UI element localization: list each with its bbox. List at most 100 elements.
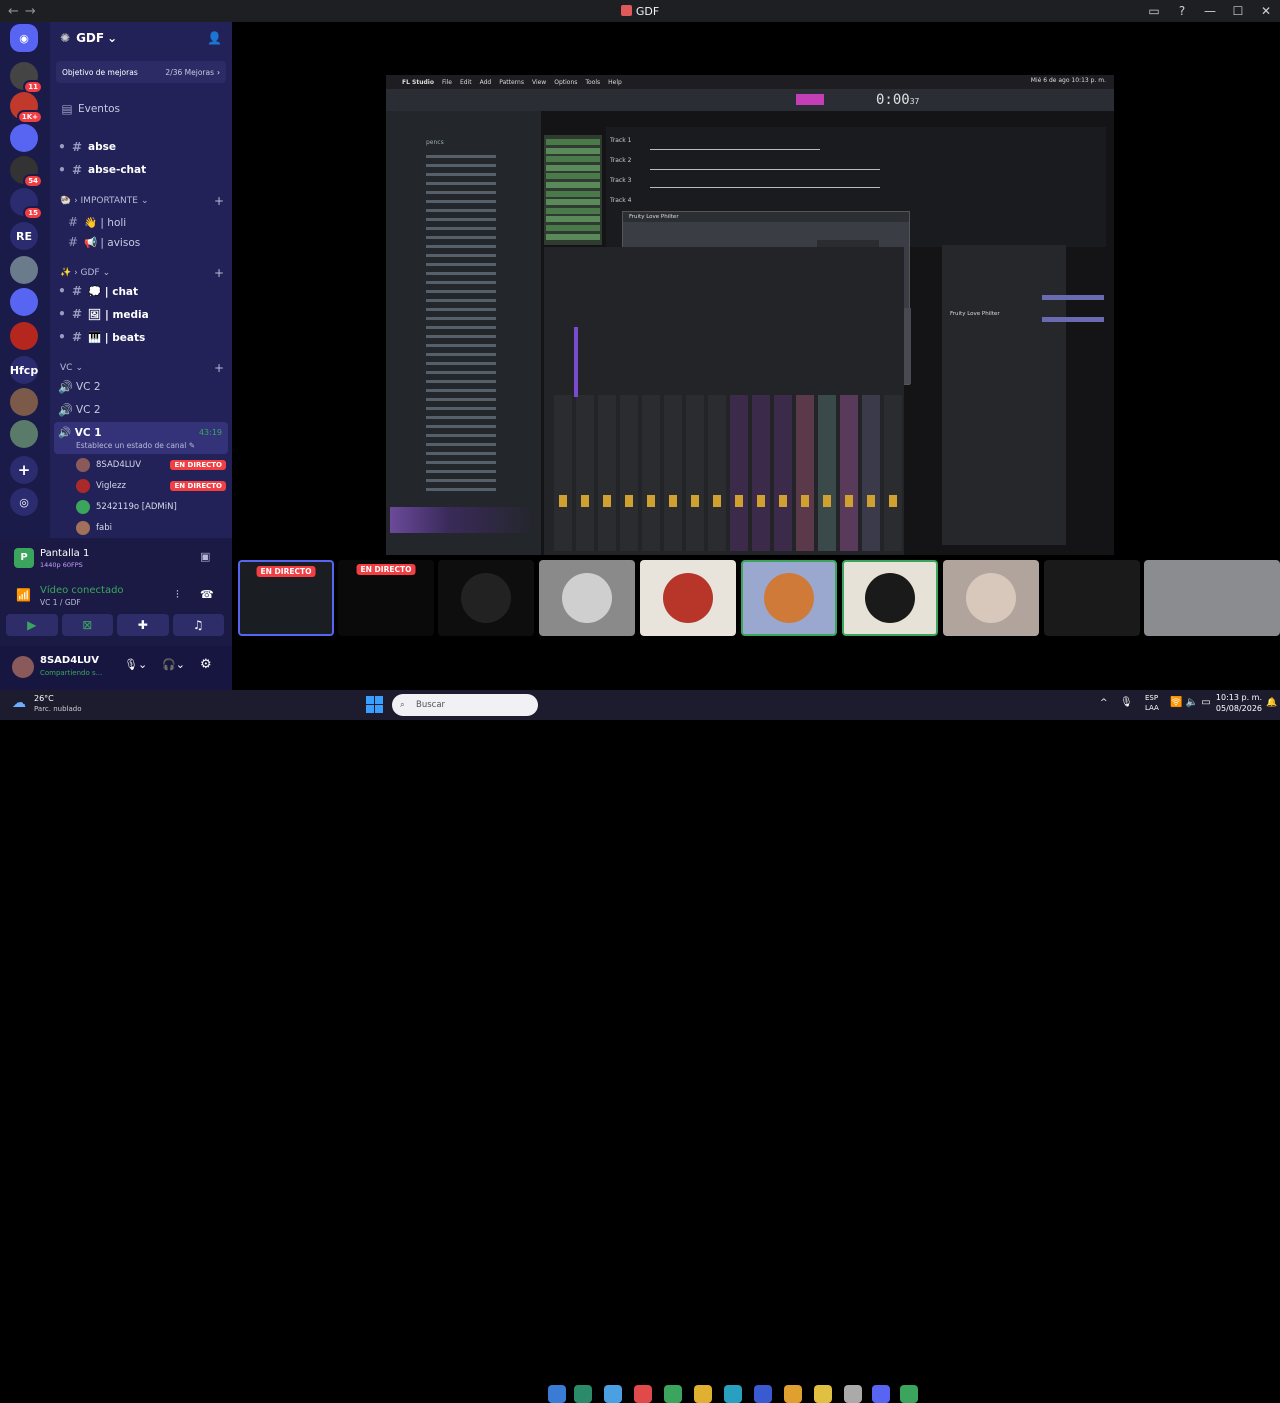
back-icon[interactable]: ← [8, 4, 25, 19]
browser-file[interactable] [426, 362, 496, 365]
voice-user[interactable]: 5242119o [ADMiN] [76, 498, 226, 516]
browser-file[interactable] [426, 245, 496, 248]
voice-channel-vc1[interactable]: 🔊 VC 1 43:19 Establece un estado de cana… [54, 422, 228, 454]
calendar-icon[interactable] [634, 1385, 652, 1403]
weather-temp[interactable]: 26°C [34, 694, 54, 703]
browser-file[interactable] [426, 281, 496, 284]
mixer-track[interactable] [642, 395, 660, 551]
browser-file[interactable] [426, 317, 496, 320]
app-icon[interactable] [604, 1385, 622, 1403]
mixer-fader[interactable] [801, 495, 809, 507]
fl-menu-item[interactable]: File [442, 79, 452, 86]
channel-rack-row[interactable] [546, 173, 600, 180]
browser-file[interactable] [426, 308, 496, 311]
fl-menu-item[interactable]: Edit [460, 79, 472, 86]
browser-file[interactable] [426, 470, 496, 473]
track-label[interactable]: Track 4 [610, 197, 631, 204]
browser-file[interactable] [426, 479, 496, 482]
channel-rack-row[interactable] [546, 156, 600, 163]
browser-file[interactable] [426, 416, 496, 419]
browser-file[interactable] [426, 434, 496, 437]
channel-media[interactable]: • # 🖼 | media [50, 307, 232, 321]
fl-menu-item[interactable]: Add [480, 79, 492, 86]
server-icon[interactable] [10, 420, 38, 448]
browser-file[interactable] [426, 164, 496, 167]
signal-icon[interactable]: 📶 [16, 588, 31, 602]
disconnect-icon[interactable]: ☎ [200, 588, 214, 601]
server-header[interactable]: ✺ GDF ⌄ 👤 [50, 22, 232, 54]
mixer-track[interactable] [686, 395, 704, 551]
channel-holi[interactable]: # 👋 | holi [50, 215, 232, 229]
browser-file[interactable] [426, 236, 496, 239]
mixer-fader[interactable] [735, 495, 743, 507]
server-icon[interactable]: Hfcp [10, 356, 38, 384]
participant-tile[interactable]: EN DIRECTO [338, 560, 434, 636]
voice-user[interactable]: 8SAD4LUV EN DIRECTO [76, 456, 226, 474]
channel-rack-row[interactable] [546, 216, 600, 223]
mixer-fader[interactable] [845, 495, 853, 507]
help-icon[interactable]: ? [1168, 4, 1196, 18]
channel-abse[interactable]: • # abse [50, 140, 232, 154]
soundboard-button[interactable]: ♫ [172, 614, 224, 636]
noise-suppression-icon[interactable]: ⫶ [176, 588, 179, 602]
mixer-fader[interactable] [669, 495, 677, 507]
participant-tile[interactable] [842, 560, 938, 636]
voice-channel-vc2a[interactable]: 🔊 VC 2 [50, 380, 232, 394]
notification-bell-icon[interactable]: 🔔 [1266, 698, 1277, 708]
fl-menu-item[interactable]: Patterns [499, 79, 524, 86]
mixer-fader[interactable] [559, 495, 567, 507]
browser-file[interactable] [426, 182, 496, 185]
channel-beats[interactable]: • # 🎹 | beats [50, 330, 232, 344]
mixer-fader[interactable] [779, 495, 787, 507]
mixer-track[interactable] [774, 395, 792, 551]
screen-share-view[interactable]: FL Studio File Edit Add Patterns View Options T… [386, 75, 1114, 555]
participant-tile[interactable] [741, 560, 837, 636]
server-icon[interactable] [10, 124, 38, 152]
channel-rack-row[interactable] [546, 225, 600, 231]
discord-home-icon[interactable]: ◉ [10, 24, 38, 52]
mixer-track[interactable] [730, 395, 748, 551]
browser-file[interactable] [426, 173, 496, 176]
browser-file[interactable] [426, 209, 496, 212]
lang-code[interactable]: ESP [1145, 694, 1158, 702]
camera-button[interactable]: ▶ [6, 614, 58, 636]
app-icon[interactable] [694, 1385, 712, 1403]
browser-file[interactable] [426, 407, 496, 410]
category-vc[interactable]: VC ⌄ + [50, 361, 232, 375]
tray-chevron-icon[interactable]: ^ [1100, 698, 1108, 708]
mixer-fader[interactable] [867, 495, 875, 507]
browser-file[interactable] [426, 371, 496, 374]
close-button[interactable]: ✕ [1252, 4, 1280, 18]
mixer-track[interactable] [708, 395, 726, 551]
app-icon[interactable] [900, 1385, 918, 1403]
mic-tray-icon[interactable]: 🎙 [1120, 697, 1133, 708]
participant-tile[interactable] [539, 560, 635, 636]
channel-rack-row[interactable] [546, 139, 600, 145]
participant-tile[interactable]: EN DIRECTO [238, 560, 334, 636]
browser-file[interactable] [426, 290, 496, 293]
browser-folder[interactable]: pencs [426, 139, 444, 146]
participant-tile[interactable] [438, 560, 534, 636]
add-user-icon[interactable]: 👤 [207, 31, 222, 45]
mixer-track[interactable] [554, 395, 572, 551]
channel-rack-row[interactable] [546, 207, 600, 214]
screen-share-button[interactable]: ⊠ [61, 614, 113, 636]
participant-tile[interactable] [640, 560, 736, 636]
browser-file[interactable] [426, 452, 496, 455]
participant-tile[interactable] [1044, 560, 1140, 636]
browser-file[interactable] [426, 299, 496, 302]
fl-menu-item[interactable]: Options [554, 79, 577, 86]
screen-share-icon[interactable]: ▣ [200, 550, 210, 563]
app-icon[interactable] [574, 1385, 592, 1403]
add-server-icon[interactable]: + [10, 456, 38, 484]
mixer-fader[interactable] [691, 495, 699, 507]
browser-file[interactable] [426, 218, 496, 221]
add-channel-icon[interactable]: + [214, 266, 224, 280]
browser-file[interactable] [426, 353, 496, 356]
fl-menu-item[interactable]: FL Studio [402, 79, 434, 86]
mixer-track[interactable] [796, 395, 814, 551]
channel-rack-row[interactable] [546, 147, 600, 154]
browser-file[interactable] [426, 488, 496, 491]
channel-chat[interactable]: • # 💭 | chat [50, 284, 232, 298]
browser-file[interactable] [426, 200, 496, 203]
